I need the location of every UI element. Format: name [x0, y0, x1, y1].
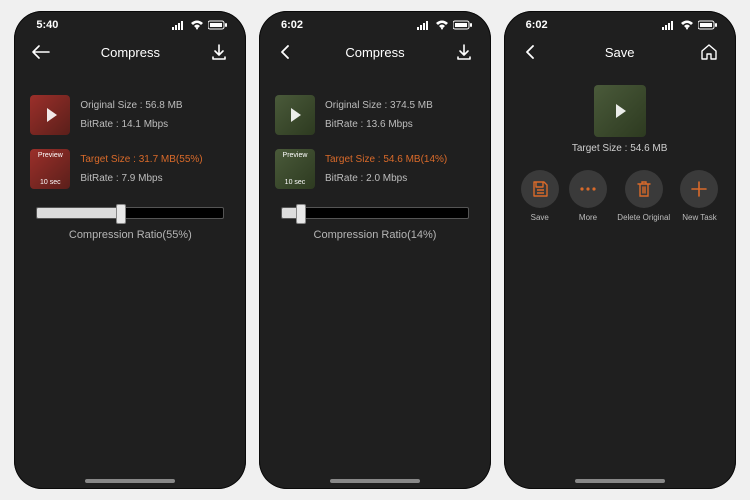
back-button[interactable]	[275, 41, 297, 63]
action-row: Save More Delete Original New Task	[504, 170, 736, 222]
signal-icon	[662, 20, 676, 30]
clock: 6:02	[281, 19, 303, 31]
target-size: Target Size : 54.6 MB	[504, 143, 736, 154]
slider-knob[interactable]	[296, 204, 306, 224]
status-icons	[662, 20, 718, 30]
play-icon	[291, 108, 301, 122]
status-icons	[417, 20, 473, 30]
original-row: Original Size : 374.5 MB BitRate : 13.6 …	[259, 91, 491, 139]
page-title: Compress	[101, 45, 160, 60]
newtask-action[interactable]: New Task	[680, 170, 718, 222]
preview-badge: Preview	[30, 152, 70, 159]
back-button[interactable]	[520, 41, 542, 63]
ratio-label: Compression Ratio(55%)	[36, 229, 224, 241]
original-bitrate: BitRate : 14.1 Mbps	[80, 119, 182, 130]
delete-action[interactable]: Delete Original	[617, 170, 670, 222]
save-label: Save	[531, 213, 549, 222]
clock: 5:40	[36, 19, 58, 31]
slider-fill	[37, 208, 121, 218]
more-label: More	[579, 213, 597, 222]
download-icon	[456, 44, 472, 60]
original-row: Original Size : 56.8 MB BitRate : 14.1 M…	[14, 91, 246, 139]
duration-label: 10 sec	[30, 179, 70, 186]
wifi-icon	[680, 20, 694, 30]
status-bar: 6:02	[504, 11, 736, 33]
back-button[interactable]	[30, 41, 52, 63]
original-thumbnail[interactable]	[30, 95, 70, 135]
preview-thumbnail[interactable]: Preview 10 sec	[275, 149, 315, 189]
nav-bar: Compress	[14, 33, 246, 75]
slider-knob[interactable]	[116, 204, 126, 224]
play-icon	[47, 108, 57, 122]
phone-screen-1: 5:40 Compress Original Size : 56.8 MB Bi…	[14, 11, 246, 489]
status-icons	[172, 20, 228, 30]
original-size: Original Size : 374.5 MB	[325, 100, 433, 111]
home-button[interactable]	[698, 41, 720, 63]
original-thumbnail[interactable]	[275, 95, 315, 135]
home-icon	[700, 43, 718, 61]
wifi-icon	[190, 20, 204, 30]
plus-icon	[680, 170, 718, 208]
page-title: Save	[605, 45, 635, 60]
page-title: Compress	[345, 45, 404, 60]
phone-screen-3: 6:02 Save Target Size : 54.6 MB Save	[504, 11, 736, 489]
more-icon	[569, 170, 607, 208]
slider-area: Compression Ratio(55%)	[14, 193, 246, 245]
target-info: Target Size : 54.6 MB(14%) BitRate : 2.0…	[325, 154, 447, 184]
play-icon	[616, 104, 626, 118]
slider-area: Compression Ratio(14%)	[259, 193, 491, 245]
original-size: Original Size : 56.8 MB	[80, 100, 182, 111]
back-arrow-icon	[32, 45, 50, 59]
wifi-icon	[435, 20, 449, 30]
preview-badge: Preview	[275, 152, 315, 159]
target-row: Preview 10 sec Target Size : 54.6 MB(14%…	[259, 145, 491, 193]
signal-icon	[417, 20, 431, 30]
download-icon	[211, 44, 227, 60]
home-indicator[interactable]	[575, 479, 665, 483]
delete-label: Delete Original	[617, 213, 670, 222]
download-button[interactable]	[453, 41, 475, 63]
back-chevron-icon	[524, 45, 538, 59]
nav-bar: Compress	[259, 33, 491, 75]
trash-icon	[625, 170, 663, 208]
download-button[interactable]	[208, 41, 230, 63]
target-bitrate: BitRate : 7.9 Mbps	[80, 173, 202, 184]
status-bar: 5:40	[14, 11, 246, 33]
target-row: Preview 10 sec Target Size : 31.7 MB(55%…	[14, 145, 246, 193]
battery-icon	[698, 20, 718, 30]
preview-thumbnail[interactable]: Preview 10 sec	[30, 149, 70, 189]
original-info: Original Size : 374.5 MB BitRate : 13.6 …	[325, 100, 433, 130]
save-action[interactable]: Save	[521, 170, 559, 222]
clock: 6:02	[526, 19, 548, 31]
home-indicator[interactable]	[85, 479, 175, 483]
original-bitrate: BitRate : 13.6 Mbps	[325, 119, 433, 130]
home-indicator[interactable]	[330, 479, 420, 483]
result-thumbnail[interactable]	[594, 85, 646, 137]
phone-screen-2: 6:02 Compress Original Size : 374.5 MB B…	[259, 11, 491, 489]
save-icon	[521, 170, 559, 208]
target-size: Target Size : 54.6 MB(14%)	[325, 154, 447, 165]
ratio-label: Compression Ratio(14%)	[281, 229, 469, 241]
compression-slider[interactable]	[36, 207, 224, 219]
nav-bar: Save	[504, 33, 736, 75]
target-size: Target Size : 31.7 MB(55%)	[80, 154, 202, 165]
target-bitrate: BitRate : 2.0 Mbps	[325, 173, 447, 184]
back-chevron-icon	[279, 45, 293, 59]
battery-icon	[208, 20, 228, 30]
signal-icon	[172, 20, 186, 30]
compression-slider[interactable]	[281, 207, 469, 219]
original-info: Original Size : 56.8 MB BitRate : 14.1 M…	[80, 100, 182, 130]
status-bar: 6:02	[259, 11, 491, 33]
newtask-label: New Task	[682, 213, 717, 222]
more-action[interactable]: More	[569, 170, 607, 222]
battery-icon	[453, 20, 473, 30]
target-info: Target Size : 31.7 MB(55%) BitRate : 7.9…	[80, 154, 202, 184]
duration-label: 10 sec	[275, 179, 315, 186]
